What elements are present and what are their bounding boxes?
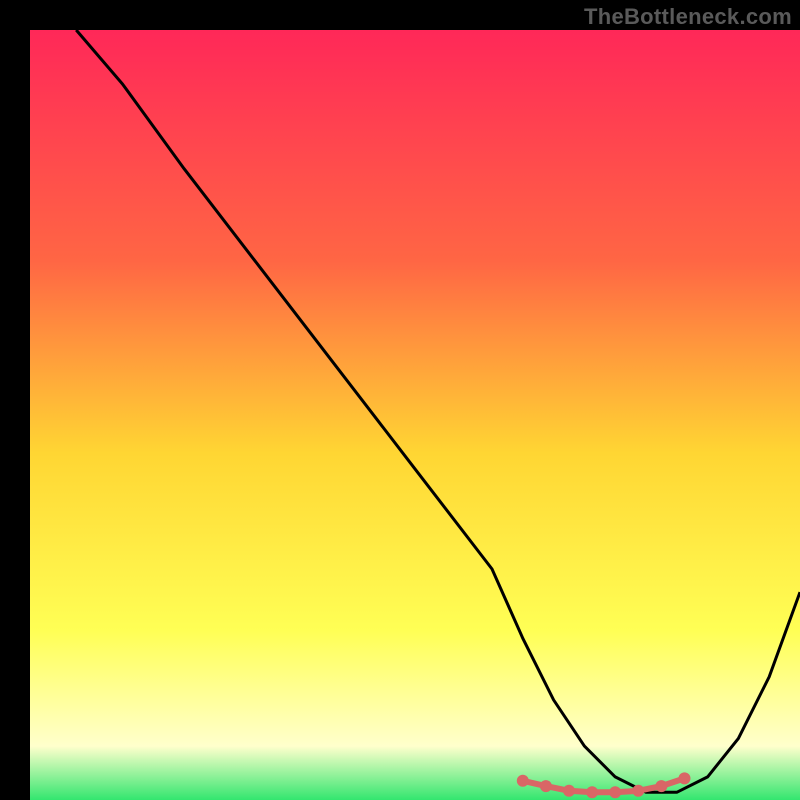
plot-background	[30, 30, 800, 800]
optimal-marker-dot	[540, 780, 552, 792]
chart-container: TheBottleneck.com	[0, 0, 800, 800]
bottleneck-chart	[0, 0, 800, 800]
optimal-marker-dot	[563, 785, 575, 797]
optimal-marker-dot	[609, 786, 621, 798]
watermark-text: TheBottleneck.com	[584, 4, 792, 30]
optimal-marker-dot	[517, 775, 529, 787]
optimal-marker-dot	[679, 772, 691, 784]
optimal-marker-dot	[586, 786, 598, 798]
optimal-marker-dot	[655, 780, 667, 792]
optimal-marker-dot	[632, 785, 644, 797]
